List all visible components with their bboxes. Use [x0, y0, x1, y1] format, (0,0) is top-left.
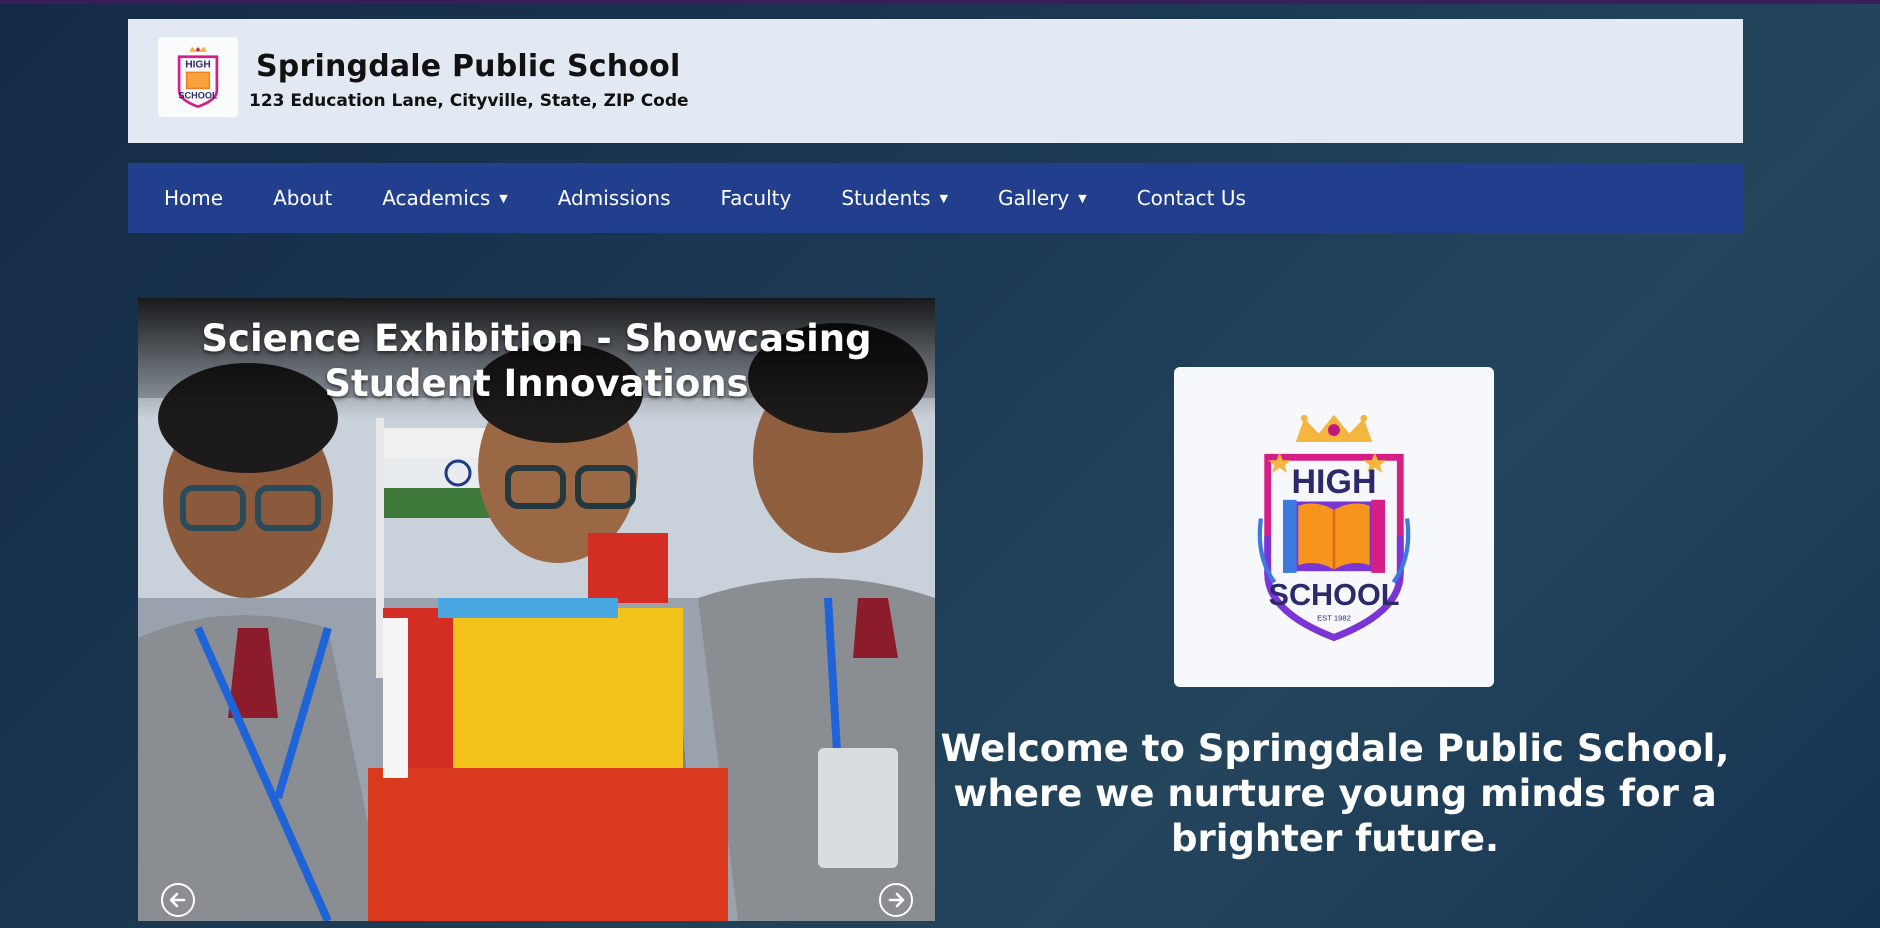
nav-home[interactable]: Home: [164, 186, 223, 210]
school-name: Springdale Public School: [256, 49, 681, 84]
nav-about[interactable]: About: [273, 186, 332, 210]
svg-text:EST 1982: EST 1982: [1317, 614, 1351, 623]
slide-caption-line1: Science Exhibition - Showcasing: [201, 317, 872, 360]
nav-label: Faculty: [720, 186, 792, 210]
arrow-right-icon: [888, 892, 905, 908]
svg-text:SCHOOL: SCHOOL: [1269, 578, 1400, 612]
nav-label: Students: [841, 186, 931, 210]
nav-label: Contact Us: [1136, 186, 1246, 210]
slider-prev-button[interactable]: [161, 883, 195, 917]
slider-next-button[interactable]: [879, 883, 913, 917]
school-crest-icon: HIGH SCHOOL EST 1982: [1257, 414, 1411, 642]
nav-label: Gallery: [997, 186, 1070, 210]
nav-students[interactable]: Students ▼: [841, 186, 948, 210]
caret-down-icon: ▼: [1078, 191, 1087, 205]
welcome-line1: Welcome to Springdale Public School,: [940, 727, 1730, 770]
site-header: HIGH SCHOOL Springdale Public School 123…: [128, 19, 1743, 143]
welcome-line3: brighter future.: [1170, 817, 1499, 860]
nav-gallery[interactable]: Gallery ▼: [998, 186, 1087, 210]
svg-text:HIGH: HIGH: [1292, 463, 1377, 501]
welcome-message: Welcome to Springdale Public School, whe…: [940, 726, 1730, 861]
nav-admissions[interactable]: Admissions: [558, 186, 671, 210]
nav-label: Admissions: [557, 186, 671, 210]
slide-caption-line2: Student Innovations: [324, 362, 749, 405]
slide-caption: Science Exhibition - Showcasing Student …: [138, 316, 935, 406]
school-logo-large: HIGH SCHOOL EST 1982: [1174, 367, 1494, 687]
nav-contact[interactable]: Contact Us: [1137, 186, 1246, 210]
nav-label: About: [273, 186, 333, 210]
image-slider[interactable]: Science Exhibition - Showcasing Student …: [138, 298, 935, 921]
school-crest-icon: HIGH SCHOOL: [177, 46, 219, 108]
welcome-line2: where we nurture young minds for a: [953, 772, 1717, 815]
nav-label: Home: [164, 186, 224, 210]
svg-text:HIGH: HIGH: [185, 60, 211, 71]
nav-academics[interactable]: Academics ▼: [382, 186, 508, 210]
arrow-left-icon: [169, 892, 186, 908]
svg-text:SCHOOL: SCHOOL: [178, 91, 218, 101]
caret-down-icon: ▼: [939, 191, 948, 205]
nav-faculty[interactable]: Faculty: [721, 186, 792, 210]
main-nav: Home About Academics ▼ Admissions Faculty…: [128, 163, 1743, 233]
school-address: 123 Education Lane, Cityville, State, ZI…: [249, 91, 689, 111]
school-logo-small[interactable]: HIGH SCHOOL: [158, 37, 238, 117]
nav-label: Academics: [382, 186, 491, 210]
caret-down-icon: ▼: [499, 191, 508, 205]
